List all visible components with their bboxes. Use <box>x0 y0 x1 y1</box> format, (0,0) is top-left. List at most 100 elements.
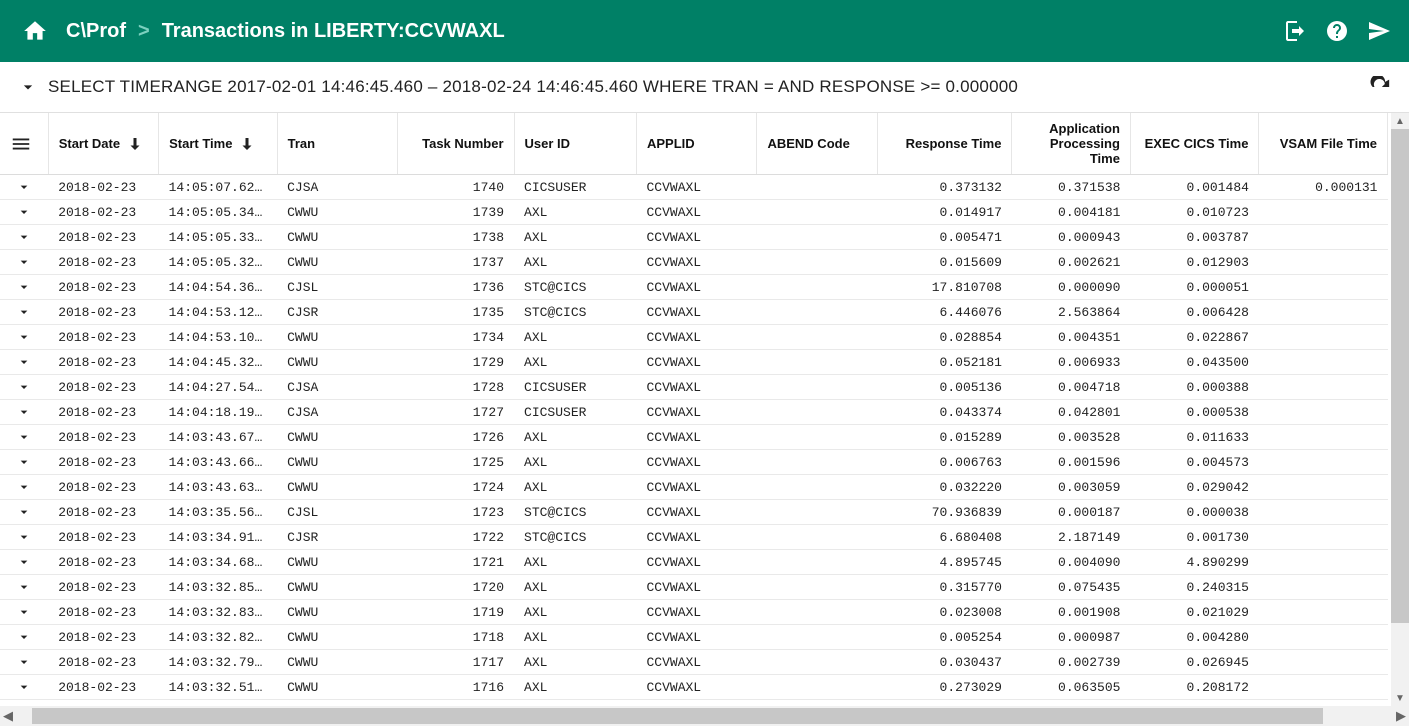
row-expand-icon[interactable] <box>0 675 48 700</box>
cell-app-proc-time: 0.001908 <box>1012 600 1130 625</box>
cell-user-id: AXL <box>514 675 636 700</box>
horizontal-scroll-thumb[interactable] <box>32 708 1323 724</box>
send-icon[interactable] <box>1367 19 1391 43</box>
row-expand-icon[interactable] <box>0 200 48 225</box>
cell-exec-cics-time: 0.021029 <box>1130 600 1259 625</box>
col-vsam-file-time-label: VSAM File Time <box>1280 136 1377 151</box>
cell-applid: CCVWAXL <box>637 200 757 225</box>
cell-abend-code <box>757 400 877 425</box>
cell-response-time: 0.032220 <box>877 475 1012 500</box>
cell-applid: CCVWAXL <box>637 275 757 300</box>
cell-app-proc-time: 2.563864 <box>1012 300 1130 325</box>
col-app-proc-time[interactable]: Application Processing Time <box>1012 113 1130 175</box>
cell-task-number: 1736 <box>398 275 514 300</box>
cell-vsam-file-time <box>1259 525 1388 550</box>
cell-start-date: 2018-02-23 <box>48 325 158 350</box>
filter-query[interactable]: SELECT TIMERANGE 2017-02-01 14:46:45.460… <box>48 77 1018 97</box>
cell-vsam-file-time: 0.000131 <box>1259 175 1388 200</box>
col-task-number[interactable]: Task Number <box>398 113 514 175</box>
cell-user-id: AXL <box>514 425 636 450</box>
row-expand-icon[interactable] <box>0 425 48 450</box>
row-expand-icon[interactable] <box>0 225 48 250</box>
cell-user-id: AXL <box>514 450 636 475</box>
col-response-time[interactable]: Response Time <box>877 113 1012 175</box>
row-expand-icon[interactable] <box>0 175 48 200</box>
col-applid[interactable]: APPLID <box>637 113 757 175</box>
row-expand-icon[interactable] <box>0 475 48 500</box>
horizontal-scrollbar[interactable]: ◀ ▶ <box>0 706 1409 726</box>
cell-response-time: 0.015289 <box>877 425 1012 450</box>
cell-tran: CJSA <box>277 400 397 425</box>
cell-start-date: 2018-02-23 <box>48 600 158 625</box>
cell-exec-cics-time: 0.000538 <box>1130 400 1259 425</box>
table-row: 2018-02-2314:05:05.33…CWWU1738AXLCCVWAXL… <box>0 225 1388 250</box>
row-expand-icon[interactable] <box>0 575 48 600</box>
row-expand-icon[interactable] <box>0 350 48 375</box>
scroll-left-arrow-icon[interactable]: ◀ <box>0 708 16 724</box>
row-expand-icon[interactable] <box>0 450 48 475</box>
vertical-scrollbar[interactable]: ▲ ▼ <box>1391 113 1409 706</box>
column-menu[interactable] <box>0 113 48 175</box>
table-row: 2018-02-2314:03:32.79…CWWU1717AXLCCVWAXL… <box>0 650 1388 675</box>
help-icon[interactable] <box>1325 19 1349 43</box>
cell-abend-code <box>757 175 877 200</box>
cell-abend-code <box>757 575 877 600</box>
cell-vsam-file-time <box>1259 475 1388 500</box>
expand-filter-icon[interactable] <box>18 77 38 97</box>
cell-user-id: STC@CICS <box>514 300 636 325</box>
col-tran[interactable]: Tran <box>277 113 397 175</box>
row-expand-icon[interactable] <box>0 650 48 675</box>
row-expand-icon[interactable] <box>0 500 48 525</box>
cell-abend-code <box>757 275 877 300</box>
row-expand-icon[interactable] <box>0 375 48 400</box>
table-row: 2018-02-2314:04:53.10…CWWU1734AXLCCVWAXL… <box>0 325 1388 350</box>
row-expand-icon[interactable] <box>0 300 48 325</box>
cell-vsam-file-time <box>1259 675 1388 700</box>
scroll-right-arrow-icon[interactable]: ▶ <box>1393 708 1409 724</box>
cell-applid: CCVWAXL <box>637 500 757 525</box>
cell-exec-cics-time: 0.022867 <box>1130 325 1259 350</box>
col-vsam-file-time[interactable]: VSAM File Time <box>1259 113 1388 175</box>
scroll-down-arrow-icon[interactable]: ▼ <box>1391 690 1409 706</box>
transactions-table: Start Date Start Time Tran Task Number U… <box>0 113 1388 706</box>
row-expand-icon[interactable] <box>0 550 48 575</box>
table-scroll-area[interactable]: Start Date Start Time Tran Task Number U… <box>0 113 1409 706</box>
col-abend-code[interactable]: ABEND Code <box>757 113 877 175</box>
scroll-up-arrow-icon[interactable]: ▲ <box>1391 113 1409 129</box>
table-row: 2018-02-2314:03:34.68…CWWU1721AXLCCVWAXL… <box>0 550 1388 575</box>
col-user-id[interactable]: User ID <box>514 113 636 175</box>
row-expand-icon[interactable] <box>0 275 48 300</box>
cell-response-time: 0.005254 <box>877 625 1012 650</box>
cell-app-proc-time: 0.000987 <box>1012 625 1130 650</box>
cell-response-time: 0.030437 <box>877 650 1012 675</box>
cell-app-proc-time: 0.002621 <box>1012 250 1130 275</box>
home-icon[interactable] <box>22 18 48 44</box>
cell-applid: CCVWAXL <box>637 300 757 325</box>
col-start-time[interactable]: Start Time <box>159 113 277 175</box>
breadcrumb-root[interactable]: C\Prof <box>66 20 126 43</box>
cell-abend-code <box>757 675 877 700</box>
cell-applid: CCVWAXL <box>637 675 757 700</box>
cell-start-time: 14:03:32.85… <box>159 575 277 600</box>
row-expand-icon[interactable] <box>0 400 48 425</box>
table-row: 2018-02-2314:05:07.62…CJSA1740CICSUSERCC… <box>0 175 1388 200</box>
row-expand-icon[interactable] <box>0 325 48 350</box>
cell-app-proc-time: 0.003059 <box>1012 475 1130 500</box>
cell-response-time: 0.315770 <box>877 575 1012 600</box>
cell-start-date: 2018-02-23 <box>48 425 158 450</box>
table-row: 2018-02-2314:04:53.12…CJSR1735STC@CICSCC… <box>0 300 1388 325</box>
col-exec-cics-time[interactable]: EXEC CICS Time <box>1130 113 1259 175</box>
cell-task-number: 1740 <box>398 175 514 200</box>
vertical-scroll-thumb[interactable] <box>1391 129 1409 623</box>
refresh-icon[interactable] <box>1369 76 1391 98</box>
row-expand-icon[interactable] <box>0 700 48 707</box>
row-expand-icon[interactable] <box>0 625 48 650</box>
row-expand-icon[interactable] <box>0 250 48 275</box>
col-applid-label: APPLID <box>647 136 695 151</box>
col-tran-label: Tran <box>288 136 315 151</box>
row-expand-icon[interactable] <box>0 600 48 625</box>
cell-abend-code <box>757 250 877 275</box>
logout-icon[interactable] <box>1283 19 1307 43</box>
row-expand-icon[interactable] <box>0 525 48 550</box>
col-start-date[interactable]: Start Date <box>48 113 158 175</box>
